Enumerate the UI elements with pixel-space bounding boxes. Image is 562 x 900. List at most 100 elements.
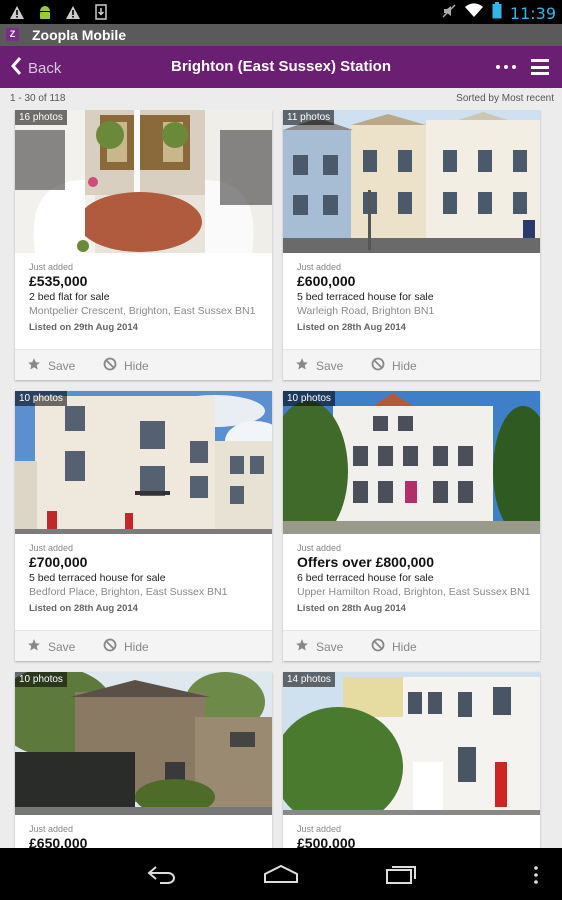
save-button[interactable]: Save xyxy=(27,638,75,655)
save-button[interactable]: Save xyxy=(295,357,343,374)
listing-price: £650,000 xyxy=(29,835,88,848)
listing-date: Listed on 29th Aug 2014 xyxy=(29,322,138,333)
listing-details: Just added £500,000 xyxy=(297,824,537,848)
block-icon xyxy=(103,638,117,655)
block-icon xyxy=(371,357,385,374)
warning-icon xyxy=(64,3,82,21)
save-label: Save xyxy=(48,358,76,373)
photo-count-badge: 14 photos xyxy=(283,672,335,687)
listing-address: Bedford Place, Brighton, East Sussex BN1 xyxy=(29,586,228,598)
hide-button[interactable]: Hide xyxy=(103,638,149,655)
hide-button[interactable]: Hide xyxy=(371,357,417,374)
system-nav-bar xyxy=(0,848,562,900)
wifi-icon xyxy=(464,3,484,23)
download-icon xyxy=(92,3,110,21)
back-nav-icon[interactable] xyxy=(146,864,178,889)
app-logo: Z xyxy=(6,28,19,41)
listing-photo[interactable]: 14 photos xyxy=(283,672,540,815)
photo-count-badge: 10 photos xyxy=(283,391,335,406)
just-added-label: Just added xyxy=(29,543,74,553)
photo-count-badge: 16 photos xyxy=(15,110,67,125)
listing-details: Just added £600,000 5 bed terraced house… xyxy=(297,262,537,333)
listing-price: £535,000 xyxy=(29,273,88,289)
save-label: Save xyxy=(316,358,344,373)
listing-date: Listed on 28th Aug 2014 xyxy=(297,603,406,614)
mute-icon xyxy=(442,3,456,23)
save-button[interactable]: Save xyxy=(295,638,343,655)
home-nav-icon[interactable] xyxy=(263,864,299,889)
listing-address: Upper Hamilton Road, Brighton, East Suss… xyxy=(297,586,531,598)
star-icon xyxy=(27,638,41,655)
just-added-label: Just added xyxy=(29,824,74,834)
results-info: 1 - 30 of 118 Sorted by Most recent xyxy=(0,88,562,110)
listing-address: Montpelier Crescent, Brighton, East Suss… xyxy=(29,305,256,317)
listing-date: Listed on 28th Aug 2014 xyxy=(29,603,138,614)
listing-price: £500,000 xyxy=(297,835,356,848)
star-icon xyxy=(27,357,41,374)
listing-details: Just added £650,000 xyxy=(29,824,269,848)
star-icon xyxy=(295,357,309,374)
listing-price: £700,000 xyxy=(29,554,88,570)
results-count: 1 - 30 of 118 xyxy=(10,93,66,104)
photo-count-badge: 10 photos xyxy=(15,391,67,406)
listing-card[interactable]: 10 photos Just added £650,000 xyxy=(15,672,272,848)
listing-details: Just added Offers over £800,000 6 bed te… xyxy=(297,543,537,614)
listing-card[interactable]: 11 photos Just added £600,000 5 bed terr… xyxy=(283,110,540,380)
battery-icon xyxy=(492,2,502,24)
hide-label: Hide xyxy=(124,639,149,654)
just-added-label: Just added xyxy=(297,262,342,272)
save-label: Save xyxy=(316,639,344,654)
sort-selector[interactable]: Sorted by Most recent xyxy=(456,93,554,104)
warning-icon xyxy=(8,3,26,21)
listing-date: Listed on 28th Aug 2014 xyxy=(297,322,406,333)
hide-label: Hide xyxy=(392,639,417,654)
listing-actions: Save Hide xyxy=(15,630,272,661)
star-icon xyxy=(295,638,309,655)
listing-actions: Save Hide xyxy=(283,349,540,380)
listing-card[interactable]: 10 photos Just added Offers over £800,00… xyxy=(283,391,540,661)
listings-grid: 16 photos Just added £535,000 2 bed flat… xyxy=(0,110,562,848)
listing-photo[interactable]: 10 photos xyxy=(283,391,540,534)
recent-apps-icon[interactable] xyxy=(385,864,417,889)
nav-bar: Back Brighton (East Sussex) Station xyxy=(0,46,562,88)
hide-label: Hide xyxy=(124,358,149,373)
listing-details: Just added £535,000 2 bed flat for sale … xyxy=(29,262,269,333)
page-title: Brighton (East Sussex) Station xyxy=(170,58,392,75)
listing-photo[interactable]: 10 photos xyxy=(15,391,272,534)
app-title-bar: Z Zoopla Mobile xyxy=(0,24,562,46)
overflow-menu-icon[interactable] xyxy=(533,866,539,889)
listing-price: Offers over £800,000 xyxy=(297,554,434,570)
listing-type: 5 bed terraced house for sale xyxy=(29,572,166,584)
status-bar: 11:39 xyxy=(0,0,562,24)
hide-button[interactable]: Hide xyxy=(103,357,149,374)
listing-card[interactable]: 10 photos Just added £700,000 5 bed terr… xyxy=(15,391,272,661)
save-label: Save xyxy=(48,639,76,654)
listing-address: Warleigh Road, Brighton BN1 xyxy=(297,305,435,317)
app-title: Zoopla Mobile xyxy=(32,27,127,43)
block-icon xyxy=(103,357,117,374)
menu-icon[interactable] xyxy=(531,59,549,75)
just-added-label: Just added xyxy=(297,543,342,553)
listing-card[interactable]: 14 photos Just added £500,000 xyxy=(283,672,540,848)
hide-label: Hide xyxy=(392,358,417,373)
more-options-icon[interactable] xyxy=(496,65,516,69)
android-icon xyxy=(36,3,54,21)
listing-type: 2 bed flat for sale xyxy=(29,291,110,303)
listing-photo[interactable]: 16 photos xyxy=(15,110,272,253)
listing-price: £600,000 xyxy=(297,273,356,289)
listing-actions: Save Hide xyxy=(15,349,272,380)
listing-type: 5 bed terraced house for sale xyxy=(297,291,434,303)
listing-photo[interactable]: 11 photos xyxy=(283,110,540,253)
just-added-label: Just added xyxy=(29,262,74,272)
photo-count-badge: 11 photos xyxy=(283,110,335,125)
listing-photo[interactable]: 10 photos xyxy=(15,672,272,815)
listing-type: 6 bed terraced house for sale xyxy=(297,572,434,584)
listing-details: Just added £700,000 5 bed terraced house… xyxy=(29,543,269,614)
listing-card[interactable]: 16 photos Just added £535,000 2 bed flat… xyxy=(15,110,272,380)
listing-actions: Save Hide xyxy=(283,630,540,661)
save-button[interactable]: Save xyxy=(27,357,75,374)
photo-count-badge: 10 photos xyxy=(15,672,67,687)
just-added-label: Just added xyxy=(297,824,342,834)
hide-button[interactable]: Hide xyxy=(371,638,417,655)
block-icon xyxy=(371,638,385,655)
